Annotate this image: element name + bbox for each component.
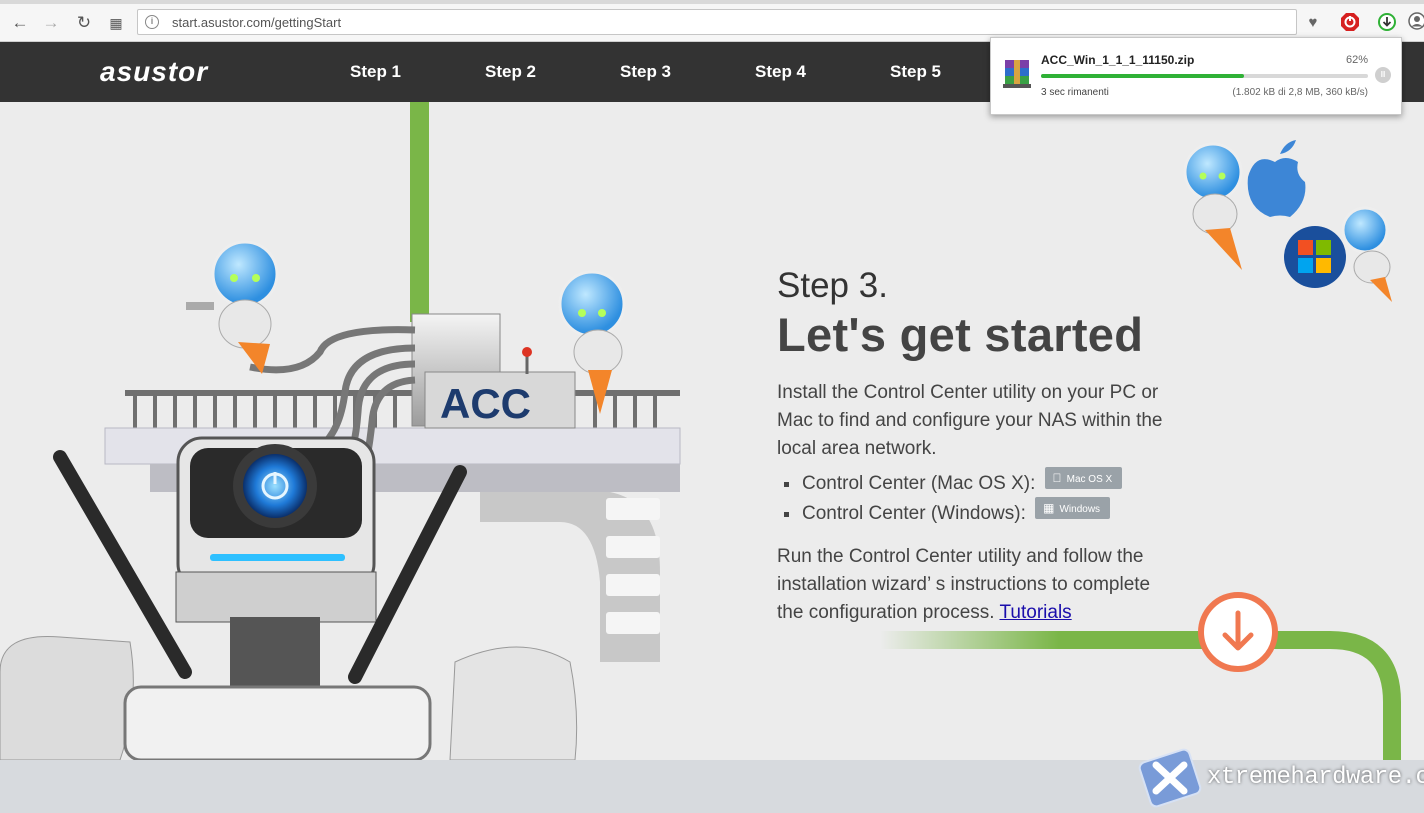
windows-download-button[interactable]: ▦ Windows xyxy=(1035,497,1111,519)
mac-button-label: Mac OS X xyxy=(1057,474,1113,485)
back-arrow-icon[interactable]: ← xyxy=(10,13,30,33)
winrar-archive-icon xyxy=(1003,60,1031,88)
mac-download-button[interactable]: Mac OS X xyxy=(1044,467,1123,489)
asustor-logo[interactable]: asustor xyxy=(100,56,208,88)
download-progress-fill xyxy=(1041,74,1244,78)
hero-section: ACC Step 3. Let's get started Install th… xyxy=(0,102,1424,760)
page-title: Let's get started xyxy=(777,308,1144,361)
heart-icon[interactable]: ♥ xyxy=(1302,12,1324,34)
site-info-icon[interactable]: i xyxy=(145,15,159,29)
nav-step-4[interactable]: Step 4 xyxy=(755,62,806,82)
acc-illustration-text: ACC xyxy=(440,380,531,427)
download-label-windows: Control Center (Windows): xyxy=(802,503,1026,524)
tutorials-link[interactable]: Tutorials xyxy=(1000,602,1072,623)
nav-step-2[interactable]: Step 2 xyxy=(485,62,536,82)
windows-button-label: Windows xyxy=(1059,504,1101,515)
download-item-mac: Control Center (Mac OS X): Mac OS X xyxy=(777,467,1123,499)
nav-step-3[interactable]: Step 3 xyxy=(620,62,671,82)
outro-body: Run the Control Center utility and follo… xyxy=(777,546,1151,623)
nav-step-1[interactable]: Step 1 xyxy=(350,62,401,82)
reload-icon[interactable]: ↻ xyxy=(74,13,94,33)
watermark-text: xtremehardware.com xyxy=(1207,764,1424,791)
intro-text: Install the Control Center utility on yo… xyxy=(777,382,1163,459)
outro-text: Run the Control Center utility and follo… xyxy=(777,543,1177,627)
address-bar[interactable]: i xyxy=(137,9,1297,35)
apps-grid-icon[interactable]: ▦ xyxy=(106,13,126,33)
download-percent: 62% xyxy=(1345,54,1368,66)
url-input[interactable] xyxy=(172,15,1072,30)
download-popup[interactable]: ACC_Win_1_1_1_11150.zip 62% 3 sec rimane… xyxy=(990,37,1402,115)
forward-arrow-icon[interactable]: → xyxy=(41,13,61,33)
download-filename: ACC_Win_1_1_1_11150.zip xyxy=(1041,53,1195,67)
apple-icon:  xyxy=(1053,471,1062,485)
windows-icon: ▦ xyxy=(1043,501,1055,515)
download-size-detail: (1.802 kB di 2,8 MB, 360 kB/s) xyxy=(1232,87,1368,98)
scroll-down-button[interactable] xyxy=(1197,591,1279,673)
pause-icon[interactable]: II xyxy=(1375,67,1391,83)
download-list: Control Center (Mac OS X): Mac OS X Con… xyxy=(777,467,1123,529)
download-indicator-icon[interactable] xyxy=(1376,12,1398,34)
nav-step-5[interactable]: Step 5 xyxy=(890,62,941,82)
download-progress-bar xyxy=(1041,74,1368,78)
adblock-icon[interactable] xyxy=(1339,12,1361,34)
download-label-mac: Control Center (Mac OS X): xyxy=(802,473,1036,494)
download-time-remaining: 3 sec rimanenti xyxy=(1041,87,1109,98)
download-item-windows: Control Center (Windows): ▦ Windows xyxy=(777,497,1122,529)
step-label: Step 3. xyxy=(777,266,888,305)
profile-icon[interactable] xyxy=(1406,12,1424,34)
